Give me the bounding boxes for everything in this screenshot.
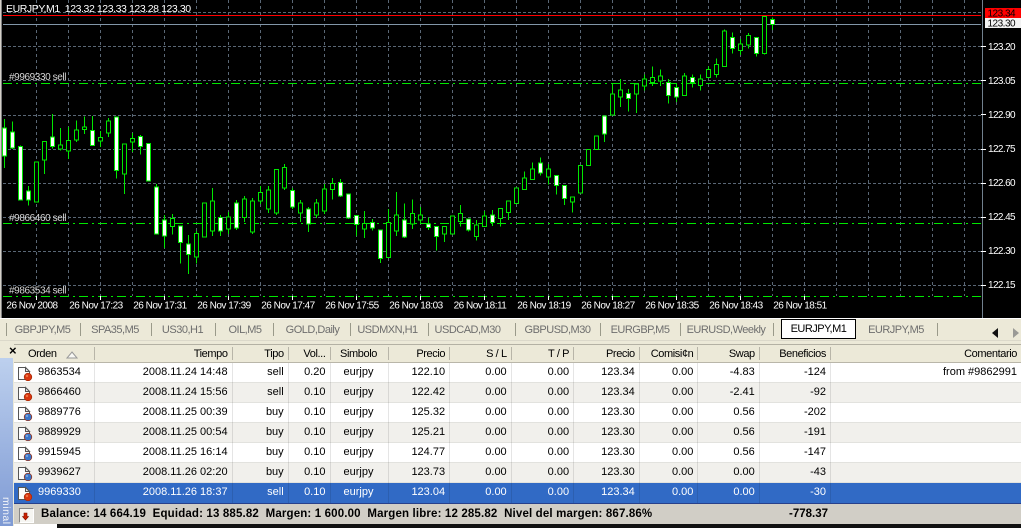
svg-text:EURJPY,M1 123.32 123.33 123.2: EURJPY,M1 123.32 123.33 123.28 123.30 xyxy=(6,3,191,15)
svg-text:26 Nov 18:19: 26 Nov 18:19 xyxy=(517,301,571,312)
svg-text:26 Nov 18:03: 26 Nov 18:03 xyxy=(389,301,443,312)
svg-text:26 Nov 18:51: 26 Nov 18:51 xyxy=(773,301,827,312)
svg-text:26 Nov 17:23: 26 Nov 17:23 xyxy=(69,301,123,312)
svg-text:123.30: 123.30 xyxy=(988,19,1017,30)
svg-text:122.15: 122.15 xyxy=(988,280,1016,291)
svg-text:26 Nov 17:31: 26 Nov 17:31 xyxy=(133,301,187,312)
svg-text:26 Nov 17:47: 26 Nov 17:47 xyxy=(261,301,315,312)
svg-text:26 Nov 2008: 26 Nov 2008 xyxy=(6,301,58,312)
svg-text:26 Nov 17:55: 26 Nov 17:55 xyxy=(325,301,379,312)
svg-text:122.60: 122.60 xyxy=(988,178,1016,189)
svg-text:26 Nov 18:27: 26 Nov 18:27 xyxy=(581,301,635,312)
svg-text:26 Nov 17:39: 26 Nov 17:39 xyxy=(197,301,251,312)
svg-text:26 Nov 18:35: 26 Nov 18:35 xyxy=(645,301,699,312)
svg-text:#9863534 sell: #9863534 sell xyxy=(9,286,66,297)
svg-text:26 Nov 18:43: 26 Nov 18:43 xyxy=(709,301,763,312)
svg-text:122.75: 122.75 xyxy=(988,144,1016,155)
svg-text:122.90: 122.90 xyxy=(988,110,1016,121)
svg-text:#9866460 sell: #9866460 sell xyxy=(9,213,66,224)
svg-text:#9969330 sell: #9969330 sell xyxy=(9,72,66,83)
svg-text:123.05: 123.05 xyxy=(988,76,1016,87)
svg-text:122.30: 122.30 xyxy=(988,246,1016,257)
svg-text:26 Nov 18:11: 26 Nov 18:11 xyxy=(454,301,508,312)
svg-text:122.45: 122.45 xyxy=(988,212,1016,223)
svg-text:123.20: 123.20 xyxy=(988,42,1016,53)
